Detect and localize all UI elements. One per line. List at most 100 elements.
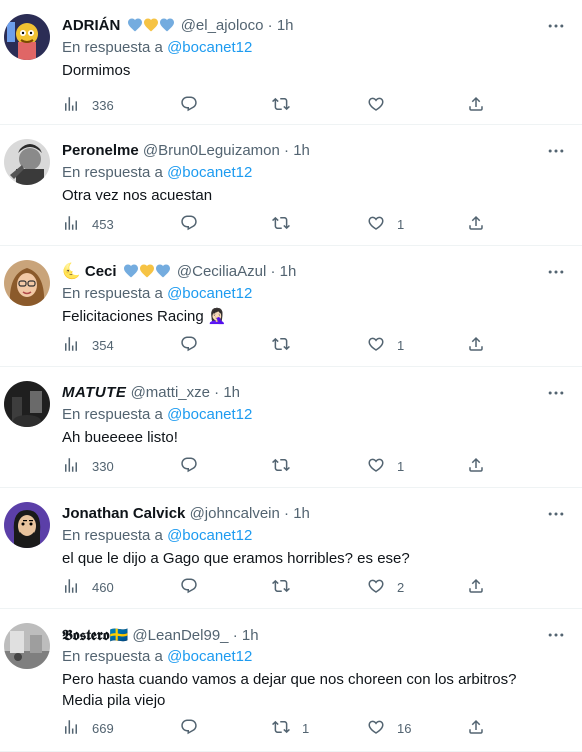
author-handle[interactable]: @johncalvein	[190, 505, 280, 522]
share-button[interactable]	[467, 214, 485, 234]
author-name[interactable]: Ceci	[85, 263, 117, 280]
share-button[interactable]	[467, 456, 485, 476]
avatar[interactable]	[4, 502, 50, 548]
retweet-icon	[272, 95, 290, 116]
retweet-count: 1	[302, 720, 310, 736]
reply-mention-link[interactable]: @bocanet12	[167, 648, 252, 665]
like-button[interactable]: 16	[367, 718, 411, 738]
reply-button[interactable]	[180, 718, 198, 738]
like-button[interactable]	[367, 95, 397, 115]
retweet-button[interactable]	[272, 456, 302, 476]
author-handle[interactable]: @LeanDel99_	[132, 627, 228, 644]
views-count: 669	[92, 720, 114, 736]
views-button[interactable]: 453	[62, 214, 114, 234]
author-handle[interactable]: @el_ajoloco	[181, 17, 264, 34]
reply-context: En respuesta a @bocanet12	[62, 284, 252, 304]
tweet-actions: 354 1	[62, 335, 502, 355]
timestamp[interactable]: 1h	[277, 17, 294, 34]
more-icon[interactable]	[546, 504, 566, 524]
tweet-reply[interactable]: ADRIÁN @el_ajoloco · 1h En respuesta a @b…	[0, 0, 582, 125]
reply-button[interactable]	[180, 335, 198, 355]
retweet-button[interactable]	[272, 335, 302, 355]
views-button[interactable]: 460	[62, 577, 114, 597]
timestamp[interactable]: 1h	[280, 263, 297, 280]
tweet-reply[interactable]: Jonathan Calvick @johncalvein · 1h En res…	[0, 488, 582, 609]
author-name[interactable]: Jonathan Calvick	[62, 505, 185, 522]
views-count: 330	[92, 458, 114, 474]
share-button[interactable]	[467, 577, 485, 597]
views-icon	[62, 456, 80, 477]
tweet-text: el que le dijo a Gago que eramos horribl…	[62, 550, 410, 567]
like-button[interactable]: 1	[367, 214, 404, 234]
like-button[interactable]: 2	[367, 577, 404, 597]
retweet-button[interactable]: 1	[272, 718, 309, 738]
views-button[interactable]: 336	[62, 95, 114, 115]
views-count: 354	[92, 337, 114, 353]
views-count: 453	[92, 216, 114, 232]
retweet-button[interactable]	[272, 577, 302, 597]
reply-mention-link[interactable]: @bocanet12	[167, 39, 252, 56]
tweet-text: Otra vez nos acuestan	[62, 187, 213, 204]
avatar[interactable]	[4, 260, 50, 306]
author-name[interactable]: MATUTE	[62, 384, 126, 401]
avatar[interactable]	[4, 14, 50, 60]
reply-prefix: En respuesta a	[62, 285, 163, 302]
author-name[interactable]: Peronelme	[62, 142, 139, 159]
reply-button[interactable]	[180, 95, 198, 115]
views-button[interactable]: 330	[62, 456, 114, 476]
more-icon[interactable]	[546, 625, 566, 645]
reply-context: En respuesta a @bocanet12	[62, 38, 252, 58]
share-button[interactable]	[467, 335, 485, 355]
share-button[interactable]	[467, 718, 485, 738]
reply-mention-link[interactable]: @bocanet12	[167, 164, 252, 181]
retweet-button[interactable]	[272, 214, 302, 234]
timestamp[interactable]: 1h	[293, 142, 310, 159]
timestamp[interactable]: 1h	[293, 505, 310, 522]
more-icon[interactable]	[546, 262, 566, 282]
reply-button[interactable]	[180, 214, 198, 234]
tweet-reply[interactable]: 🌜 Ceci @CeciliaAzul · 1h En respuesta a @…	[0, 246, 582, 367]
more-icon[interactable]	[546, 16, 566, 36]
views-count: 336	[92, 97, 114, 113]
avatar[interactable]	[4, 623, 50, 669]
tweet-header: Peronelme @Brun0Leguizamon · 1h	[62, 141, 542, 161]
author-handle[interactable]: @matti_xze	[131, 384, 210, 401]
like-button[interactable]: 1	[367, 335, 404, 355]
like-button[interactable]: 1	[367, 456, 404, 476]
tweet-reply[interactable]: 𝕭𝖔𝖘𝖙𝖊𝖗𝖔🇸🇪 @LeanDel99_ · 1h En respuesta a…	[0, 609, 582, 752]
timestamp[interactable]: 1h	[242, 627, 259, 644]
share-button[interactable]	[467, 95, 485, 115]
author-handle[interactable]: @CeciliaAzul	[177, 263, 266, 280]
timestamp[interactable]: 1h	[223, 384, 240, 401]
share-icon	[467, 577, 485, 598]
retweet-icon	[272, 456, 290, 477]
avatar[interactable]	[4, 381, 50, 427]
reply-mention-link[interactable]: @bocanet12	[167, 406, 252, 423]
avatar[interactable]	[4, 139, 50, 185]
views-button[interactable]: 354	[62, 335, 114, 355]
reply-button[interactable]	[180, 577, 198, 597]
author-name[interactable]: 𝕭𝖔𝖘𝖙𝖊𝖗𝖔	[62, 626, 110, 644]
reply-context: En respuesta a @bocanet12	[62, 647, 252, 667]
retweet-button[interactable]	[272, 95, 302, 115]
author-name[interactable]: ADRIÁN	[62, 17, 120, 34]
like-icon	[367, 214, 385, 235]
tweet-header: 🌜 Ceci @CeciliaAzul · 1h	[62, 262, 542, 284]
like-icon	[367, 718, 385, 739]
tweet-reply[interactable]: Peronelme @Brun0Leguizamon · 1h En respue…	[0, 125, 582, 246]
reply-mention-link[interactable]: @bocanet12	[167, 285, 252, 302]
more-icon[interactable]	[546, 383, 566, 403]
separator-dot: ·	[284, 142, 290, 159]
reply-button[interactable]	[180, 456, 198, 476]
tweet-actions: 453 1	[62, 214, 502, 234]
moon-emoji: 🌜	[62, 263, 81, 280]
author-handle[interactable]: @Brun0Leguizamon	[143, 142, 280, 159]
replies-feed: ADRIÁN @el_ajoloco · 1h En respuesta a @b…	[0, 0, 582, 752]
like-icon	[367, 577, 385, 598]
reply-mention-link[interactable]: @bocanet12	[167, 527, 252, 544]
more-icon[interactable]	[546, 141, 566, 161]
retweet-icon	[272, 577, 290, 598]
retweet-icon	[272, 718, 290, 739]
views-button[interactable]: 669	[62, 718, 114, 738]
tweet-reply[interactable]: MATUTE @matti_xze · 1h En respuesta a @bo…	[0, 367, 582, 488]
